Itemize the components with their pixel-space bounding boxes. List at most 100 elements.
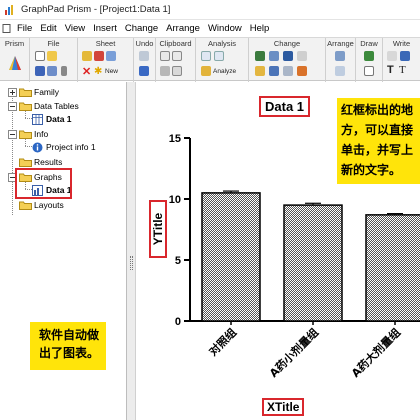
expand-toggle-icon[interactable]: [8, 87, 17, 97]
menu-change[interactable]: Change: [121, 23, 162, 34]
paste-special-icon[interactable]: [172, 66, 182, 76]
tree-item-info[interactable]: Info: [8, 128, 48, 140]
color-icon[interactable]: [255, 66, 265, 76]
x-tick-label: A药小剂量组: [266, 325, 321, 380]
tree-item-family[interactable]: Family: [8, 86, 59, 98]
analyze-label[interactable]: Analyze: [213, 68, 236, 75]
tree-label-layouts: Layouts: [34, 200, 64, 210]
tree-label-project-info-1: Project info 1: [46, 142, 96, 152]
style-icon[interactable]: [283, 66, 293, 76]
equation-icon[interactable]: [387, 51, 397, 61]
analysis-curve-icon[interactable]: [214, 51, 224, 61]
group-title-change: Change: [273, 39, 301, 48]
menu-bar: File Edit View Insert Change Arrange Win…: [0, 21, 420, 36]
splitter-grip-icon[interactable]: [130, 256, 133, 270]
bar-chart-icon[interactable]: [255, 51, 265, 61]
toolbar-group-sheet: Sheet ✕ ✱ New: [78, 38, 134, 82]
group-title-undo: Undo: [135, 39, 154, 48]
x-tick-label: A药大剂量组: [348, 325, 403, 380]
x-axis-title[interactable]: XTitle: [262, 398, 305, 416]
y-axis-title[interactable]: YTitle: [149, 200, 167, 258]
window-title: GraphPad Prism - [Project1:Data 1]: [21, 4, 171, 15]
copy-icon[interactable]: [172, 51, 182, 61]
rectangle-icon[interactable]: [364, 66, 374, 76]
open-folder-icon[interactable]: [47, 51, 57, 61]
menu-window[interactable]: Window: [204, 23, 246, 34]
collapse-toggle-icon[interactable]: [8, 129, 17, 139]
toolbar-group-undo: Undo: [134, 38, 156, 82]
menu-view[interactable]: View: [61, 23, 89, 34]
y-tick-label: 15: [169, 133, 181, 145]
navigator-panel: Family Data Tables Data 1 Info Project i…: [0, 82, 127, 420]
new-sheet-icon[interactable]: ✱: [94, 66, 102, 77]
group-title-analysis: Analysis: [208, 39, 236, 48]
folder-icon: [19, 88, 32, 97]
wand-icon[interactable]: [106, 51, 116, 61]
tree-item-project-info-1[interactable]: Project info 1: [32, 141, 96, 153]
text-tool-icon[interactable]: T: [387, 64, 394, 76]
group-title-prism: Prism: [4, 39, 25, 48]
file-dropdown-icon[interactable]: [61, 66, 67, 76]
bar[interactable]: [283, 204, 343, 322]
tree-item-results[interactable]: Results: [8, 156, 62, 168]
insert-table-icon[interactable]: [400, 51, 410, 61]
format-icon[interactable]: [269, 66, 279, 76]
tree-item-data-tables[interactable]: Data Tables: [8, 100, 79, 112]
y-axis-title-text: YTitle: [151, 212, 165, 246]
bar[interactable]: [365, 214, 420, 322]
folder-open-icon: [19, 130, 32, 139]
tree-label-family: Family: [34, 87, 60, 97]
toolbar-group-change: Change: [249, 38, 326, 82]
tree-item-layouts[interactable]: Layouts: [8, 199, 64, 211]
new-file-icon[interactable]: [35, 51, 45, 61]
align-icon[interactable]: [335, 51, 345, 61]
menu-edit[interactable]: Edit: [36, 23, 60, 34]
group-title-clipboard: Clipboard: [159, 39, 192, 48]
tree-item-data-table-1[interactable]: Data 1: [32, 113, 72, 125]
graphs-highlight-box: [15, 168, 72, 199]
tree-label-data-tables: Data Tables: [34, 101, 79, 111]
new-sheet-label[interactable]: New: [105, 68, 118, 75]
menu-help[interactable]: Help: [246, 23, 274, 34]
analyze-icon[interactable]: [201, 66, 211, 76]
save-icon[interactable]: [35, 66, 45, 76]
menu-arrange[interactable]: Arrange: [162, 23, 204, 34]
analysis-chart-icon[interactable]: [201, 51, 211, 61]
bar[interactable]: [201, 192, 261, 322]
axis-icon[interactable]: [283, 51, 293, 61]
group-icon[interactable]: [335, 66, 345, 76]
toolbar-group-analysis: Analysis Analyze: [196, 38, 249, 82]
redo-icon[interactable]: [139, 51, 149, 61]
save-as-icon[interactable]: [47, 66, 57, 76]
symbol-icon[interactable]: [297, 51, 307, 61]
toolbar-group-prism: Prism: [0, 38, 30, 82]
toolbar-group-file: File: [30, 38, 78, 82]
folder-icon: [19, 201, 32, 210]
palette-icon[interactable]: [297, 66, 307, 76]
paste-icon[interactable]: [160, 66, 170, 76]
tree-connector: [25, 146, 32, 147]
edit-hint-line-3: 单击，并写上: [341, 143, 414, 157]
delete-sheet-icon[interactable]: ✕: [82, 65, 91, 78]
menu-file[interactable]: File: [13, 23, 36, 34]
y-tick-label: 10: [169, 194, 181, 206]
y-tick-label: 0: [175, 316, 181, 328]
cut-icon[interactable]: [160, 51, 170, 61]
undo-icon[interactable]: [139, 66, 149, 76]
navigator-splitter[interactable]: [127, 82, 136, 420]
tree-label-results: Results: [34, 157, 63, 167]
chart-title[interactable]: Data 1: [259, 96, 311, 117]
draw-tool-icon[interactable]: [364, 51, 374, 61]
menu-insert[interactable]: Insert: [89, 23, 121, 34]
edit-hint-callout: 红框标出的地 方，可以直接 单击，并写上 新的文字。: [337, 98, 420, 184]
pencil-icon[interactable]: [82, 51, 92, 61]
paint-icon[interactable]: [94, 51, 104, 61]
line-chart-icon[interactable]: [269, 51, 279, 61]
navigator-callout: 软件自动做 出了图表。: [30, 322, 106, 370]
group-title-draw: Draw: [360, 39, 378, 48]
collapse-toggle-icon[interactable]: [8, 101, 17, 111]
text-box-icon[interactable]: T: [399, 64, 406, 76]
tree-label-info: Info: [34, 129, 49, 139]
document-icon[interactable]: [2, 24, 11, 33]
prism-icon[interactable]: [7, 52, 23, 74]
